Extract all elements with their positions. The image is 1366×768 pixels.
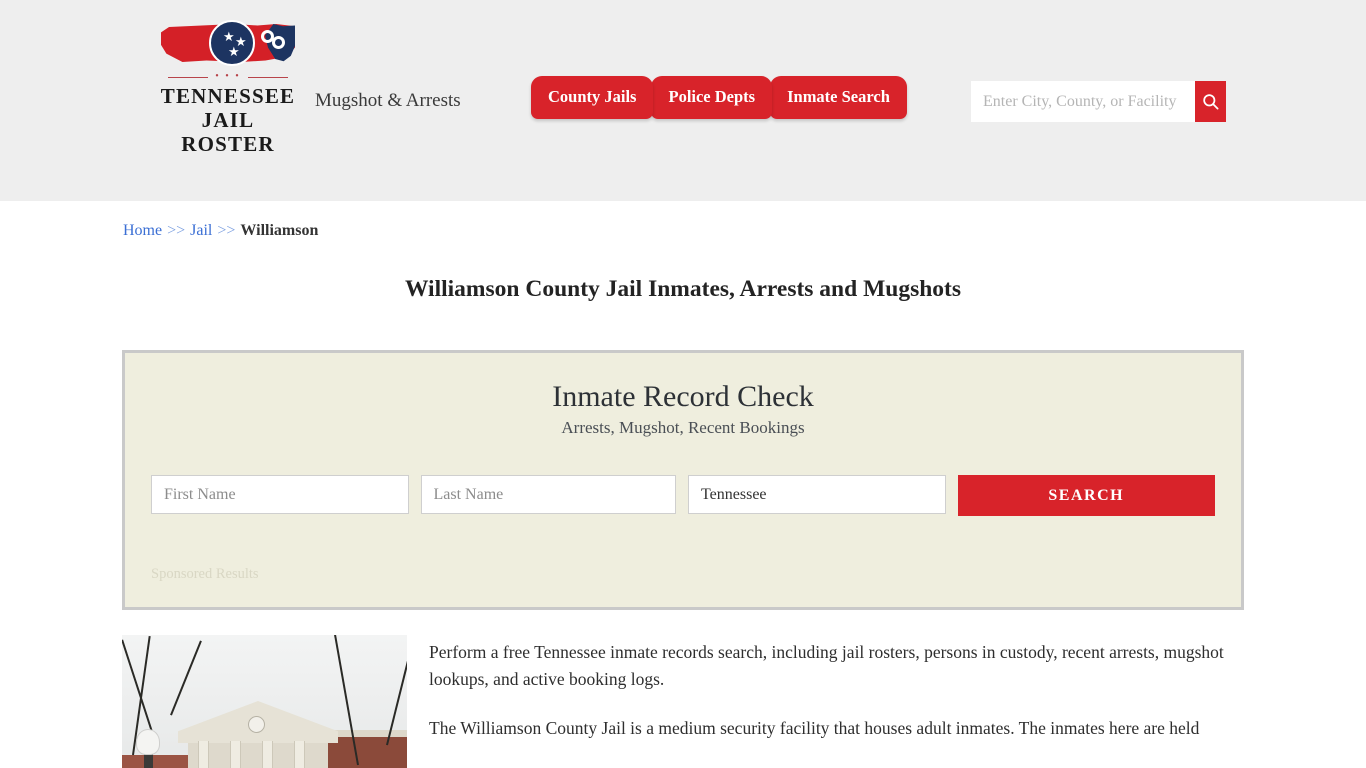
- logo-text-line2: JAIL ROSTER: [181, 108, 275, 156]
- logo-divider-dots: • • •: [215, 71, 241, 82]
- page-title: Williamson County Jail Inmates, Arrests …: [404, 276, 962, 302]
- photo-column-1: [198, 741, 209, 768]
- content-copy: Perform a free Tennessee inmate records …: [429, 635, 1244, 768]
- site-header: ★ ★ ★ • • • TENNESSEE JAIL ROSTER Mugsho…: [0, 0, 1366, 201]
- nav-tab-police-depts[interactable]: Police Depts: [651, 76, 773, 119]
- content-paragraph-1: Perform a free Tennessee inmate records …: [429, 642, 1224, 689]
- breadcrumb: Home >> Jail >> Williamson: [123, 201, 1243, 240]
- photo-clock-icon: [248, 716, 265, 733]
- search-icon: [1203, 94, 1219, 110]
- star-icon-1: ★: [223, 29, 235, 44]
- inmate-search-form: Tennessee SEARCH: [151, 475, 1215, 516]
- header-search-button[interactable]: [1195, 81, 1226, 122]
- photo-brick-left: [122, 755, 192, 768]
- breadcrumb-separator-1: >>: [167, 222, 186, 239]
- main-nav: County Jails Police Depts Inmate Search: [531, 76, 909, 119]
- panel-title: Inmate Record Check: [552, 380, 814, 413]
- last-name-input[interactable]: [420, 475, 677, 514]
- photo-column-2: [230, 741, 241, 768]
- breadcrumb-link-jail[interactable]: Jail: [190, 222, 212, 239]
- header-inner: ★ ★ ★ • • • TENNESSEE JAIL ROSTER Mugsho…: [123, 0, 1243, 201]
- photo-column-3: [262, 741, 273, 768]
- state-select[interactable]: Tennessee: [688, 475, 946, 514]
- cuff-ring-right: [272, 36, 285, 49]
- logo-divider: • • •: [168, 71, 288, 82]
- nav-tab-inmate-search[interactable]: Inmate Search: [770, 76, 907, 119]
- photo-lamp-globe: [136, 729, 160, 755]
- inmate-record-check-panel: Inmate Record Check Arrests, Mugshot, Re…: [122, 350, 1244, 610]
- content-paragraph-2: The Williamson County Jail is a medium s…: [429, 718, 1200, 738]
- photo-column-4: [294, 741, 305, 768]
- sponsored-results-label: Sponsored Results: [151, 566, 259, 582]
- site-logo[interactable]: ★ ★ ★ • • • TENNESSEE JAIL ROSTER: [153, 18, 303, 156]
- photo-roofline: [327, 730, 407, 737]
- nav-tab-county-jails[interactable]: County Jails: [531, 76, 654, 119]
- header-search-input[interactable]: [971, 81, 1195, 122]
- first-name-input[interactable]: [151, 475, 409, 514]
- tennessee-state-outline-icon: ★ ★ ★: [161, 18, 295, 70]
- content-section: Perform a free Tennessee inmate records …: [122, 635, 1244, 768]
- panel-subtitle: Arrests, Mugshot, Recent Bookings: [561, 418, 805, 437]
- breadcrumb-link-home[interactable]: Home: [123, 222, 162, 239]
- breadcrumb-current: Williamson: [240, 222, 319, 239]
- header-search: [971, 81, 1226, 122]
- courthouse-photo: [122, 635, 407, 768]
- logo-text-line1: TENNESSEE: [160, 84, 296, 108]
- site-tagline: Mugshot & Arrests: [315, 90, 461, 111]
- breadcrumb-separator-2: >>: [217, 222, 236, 239]
- handcuffs-icon: [261, 30, 285, 50]
- tri-star-circle-icon: ★ ★ ★: [209, 20, 255, 66]
- star-icon-3: ★: [228, 44, 240, 59]
- search-submit-button[interactable]: SEARCH: [957, 475, 1215, 516]
